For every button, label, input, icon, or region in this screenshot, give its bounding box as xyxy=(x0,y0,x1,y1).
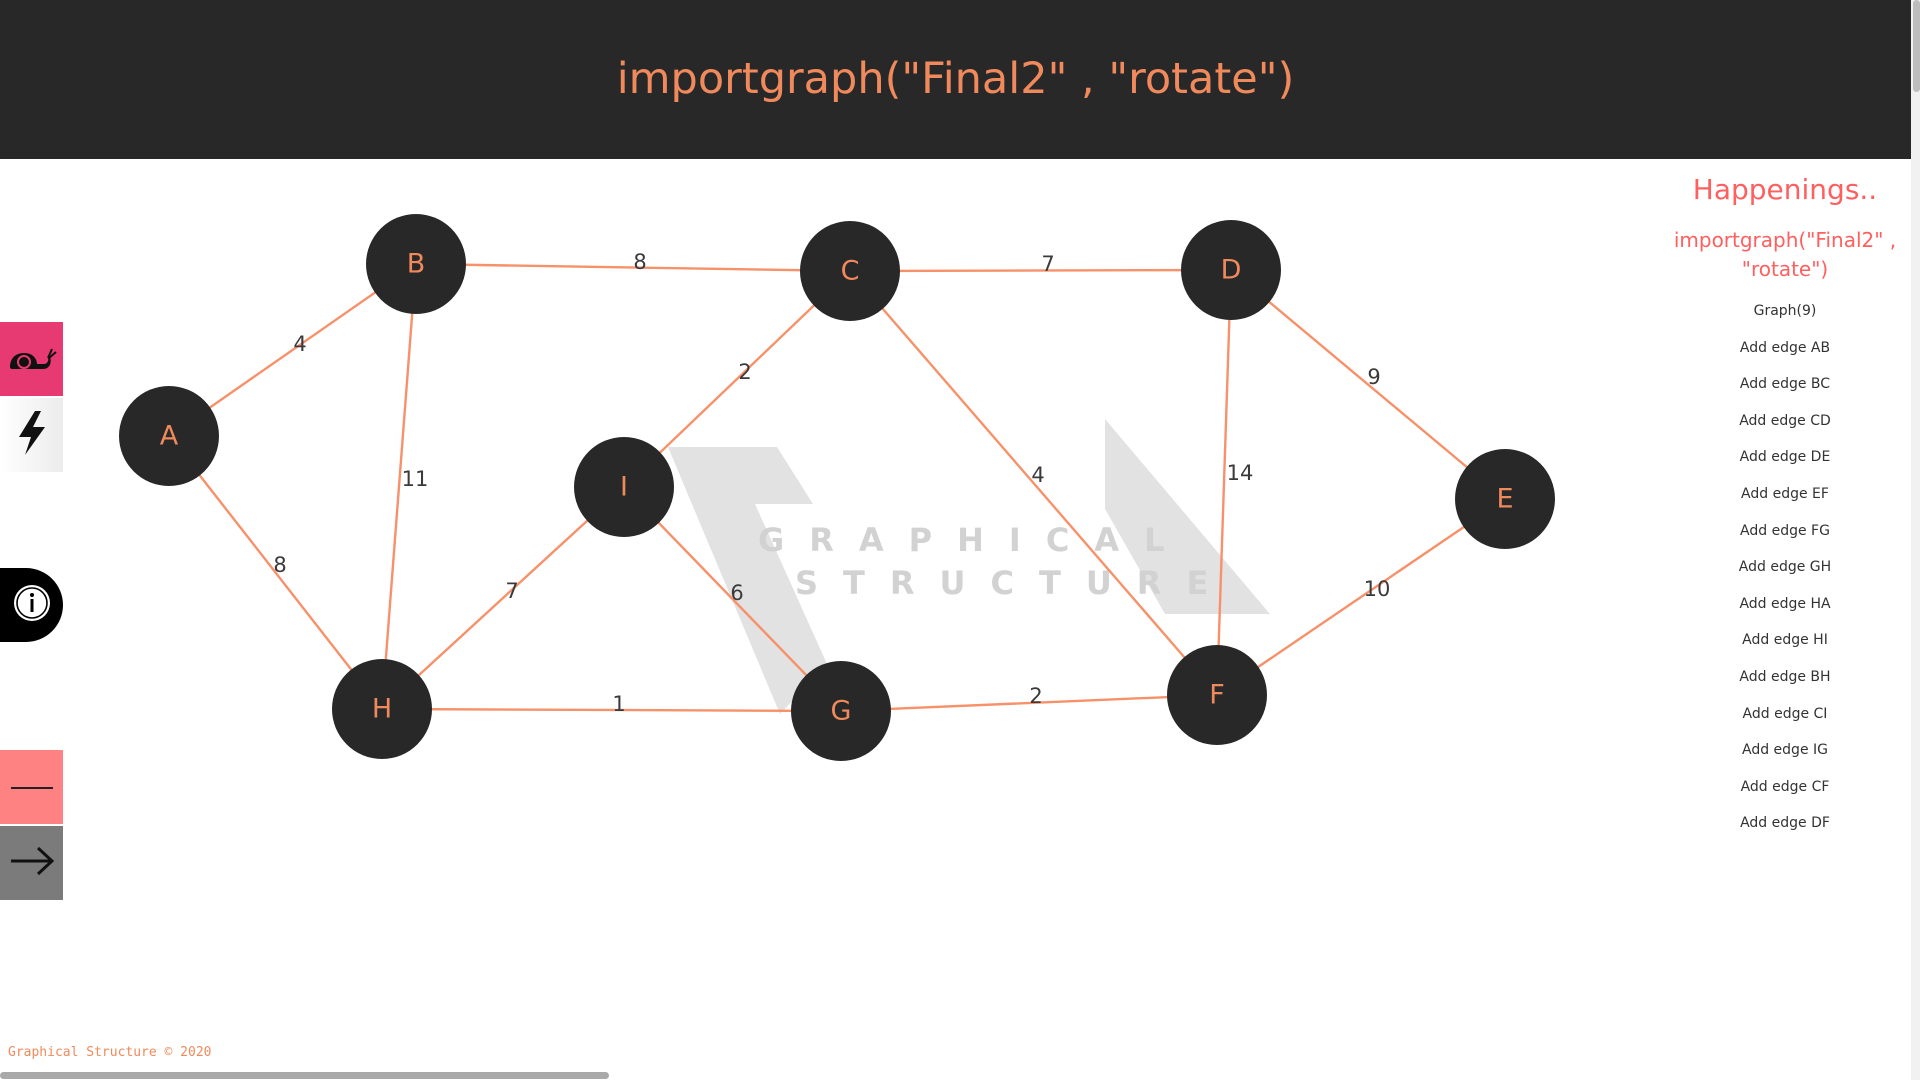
lightning-icon xyxy=(15,409,49,461)
edge-weight-bc: 8 xyxy=(633,250,646,274)
edge-ef[interactable] xyxy=(1216,498,1506,696)
log-item: Add edge HA xyxy=(1739,595,1831,612)
node-b[interactable]: B xyxy=(366,214,466,314)
node-label: I xyxy=(620,472,628,503)
node-a[interactable]: A xyxy=(119,386,219,486)
log-item: Add edge EF xyxy=(1741,485,1829,502)
edge-weight-cd: 7 xyxy=(1041,252,1054,276)
edge-weight-ci: 2 xyxy=(738,360,751,384)
edge-weight-df: 14 xyxy=(1227,461,1254,485)
footer-copyright: Graphical Structure © 2020 xyxy=(8,1045,212,1060)
node-label: F xyxy=(1209,680,1225,711)
node-label: C xyxy=(841,256,860,287)
node-label: G xyxy=(831,696,852,727)
edge-weight-bh: 11 xyxy=(402,467,429,491)
node-label: H xyxy=(372,694,392,725)
log-item: Add edge IG xyxy=(1742,742,1828,759)
node-label: A xyxy=(160,421,179,452)
edge-weight-de: 9 xyxy=(1367,365,1380,389)
undirected-edge-button[interactable] xyxy=(0,750,63,824)
happenings-log: Graph(9) Add edge AB Add edge BC Add edge C… xyxy=(1660,302,1910,851)
log-item: Add edge BH xyxy=(1739,668,1831,685)
edge-weight-cf: 4 xyxy=(1031,463,1044,487)
watermark-line2: STRUCTURE xyxy=(795,564,1233,602)
log-item: Add edge HI xyxy=(1742,632,1828,649)
node-h[interactable]: H xyxy=(332,659,432,759)
edge-weight-gh: 1 xyxy=(612,692,625,716)
fast-speed-button[interactable] xyxy=(0,398,63,472)
log-item: Add edge CF xyxy=(1740,778,1830,795)
edge-weight-ab: 4 xyxy=(293,332,306,356)
log-item: Add edge BC xyxy=(1739,376,1831,393)
info-icon xyxy=(11,582,53,628)
node-g[interactable]: G xyxy=(791,661,891,761)
node-f[interactable]: F xyxy=(1167,645,1267,745)
happenings-command: importgraph("Final2" , "rotate") xyxy=(1673,228,1897,281)
line-icon xyxy=(10,778,54,797)
node-label: B xyxy=(407,249,426,280)
edge-weight-ha: 8 xyxy=(273,553,286,577)
node-label: D xyxy=(1221,255,1242,286)
command-input[interactable] xyxy=(0,0,1911,159)
edge-weight-hi: 7 xyxy=(505,579,518,603)
log-item: Add edge FG xyxy=(1740,522,1830,539)
log-item: Add edge GH xyxy=(1738,559,1832,576)
vertical-scrollbar[interactable] xyxy=(1911,0,1920,1080)
node-c[interactable]: C xyxy=(800,221,900,321)
node-label: E xyxy=(1496,484,1513,515)
slow-speed-button[interactable] xyxy=(0,322,63,396)
arrow-right-icon xyxy=(8,844,56,882)
edge-weight-ig: 6 xyxy=(730,581,743,605)
node-d[interactable]: D xyxy=(1181,220,1281,320)
directed-edge-button[interactable] xyxy=(0,826,63,900)
happenings-title: Happenings.. xyxy=(1692,173,1878,206)
log-item: Add edge CI xyxy=(1742,705,1828,722)
vertical-scroll-thumb[interactable] xyxy=(1913,0,1920,92)
log-item: Add edge AB xyxy=(1739,339,1831,356)
node-i[interactable]: I xyxy=(574,437,674,537)
log-item: Graph(9) xyxy=(1753,303,1817,319)
node-e[interactable]: E xyxy=(1455,449,1555,549)
happenings-panel: Happenings.. importgraph("Final2" , "rot… xyxy=(1660,159,1910,899)
log-item: Add edge CD xyxy=(1739,412,1831,429)
edge-weight-fg: 2 xyxy=(1029,684,1042,708)
graph-canvas[interactable]: GRAPHICAL STRUCTURE 4 8 7 9 10 2 1 8 7 11 2 6 4 14 A B… xyxy=(0,159,1640,1039)
snail-icon xyxy=(6,340,58,378)
log-item: Add edge DE xyxy=(1739,449,1831,466)
edge-weight-ef: 10 xyxy=(1364,577,1391,601)
watermark-line1: GRAPHICAL xyxy=(758,521,1189,559)
horizontal-scroll-thumb[interactable] xyxy=(0,1072,609,1079)
log-item: Add edge DF xyxy=(1740,815,1830,832)
